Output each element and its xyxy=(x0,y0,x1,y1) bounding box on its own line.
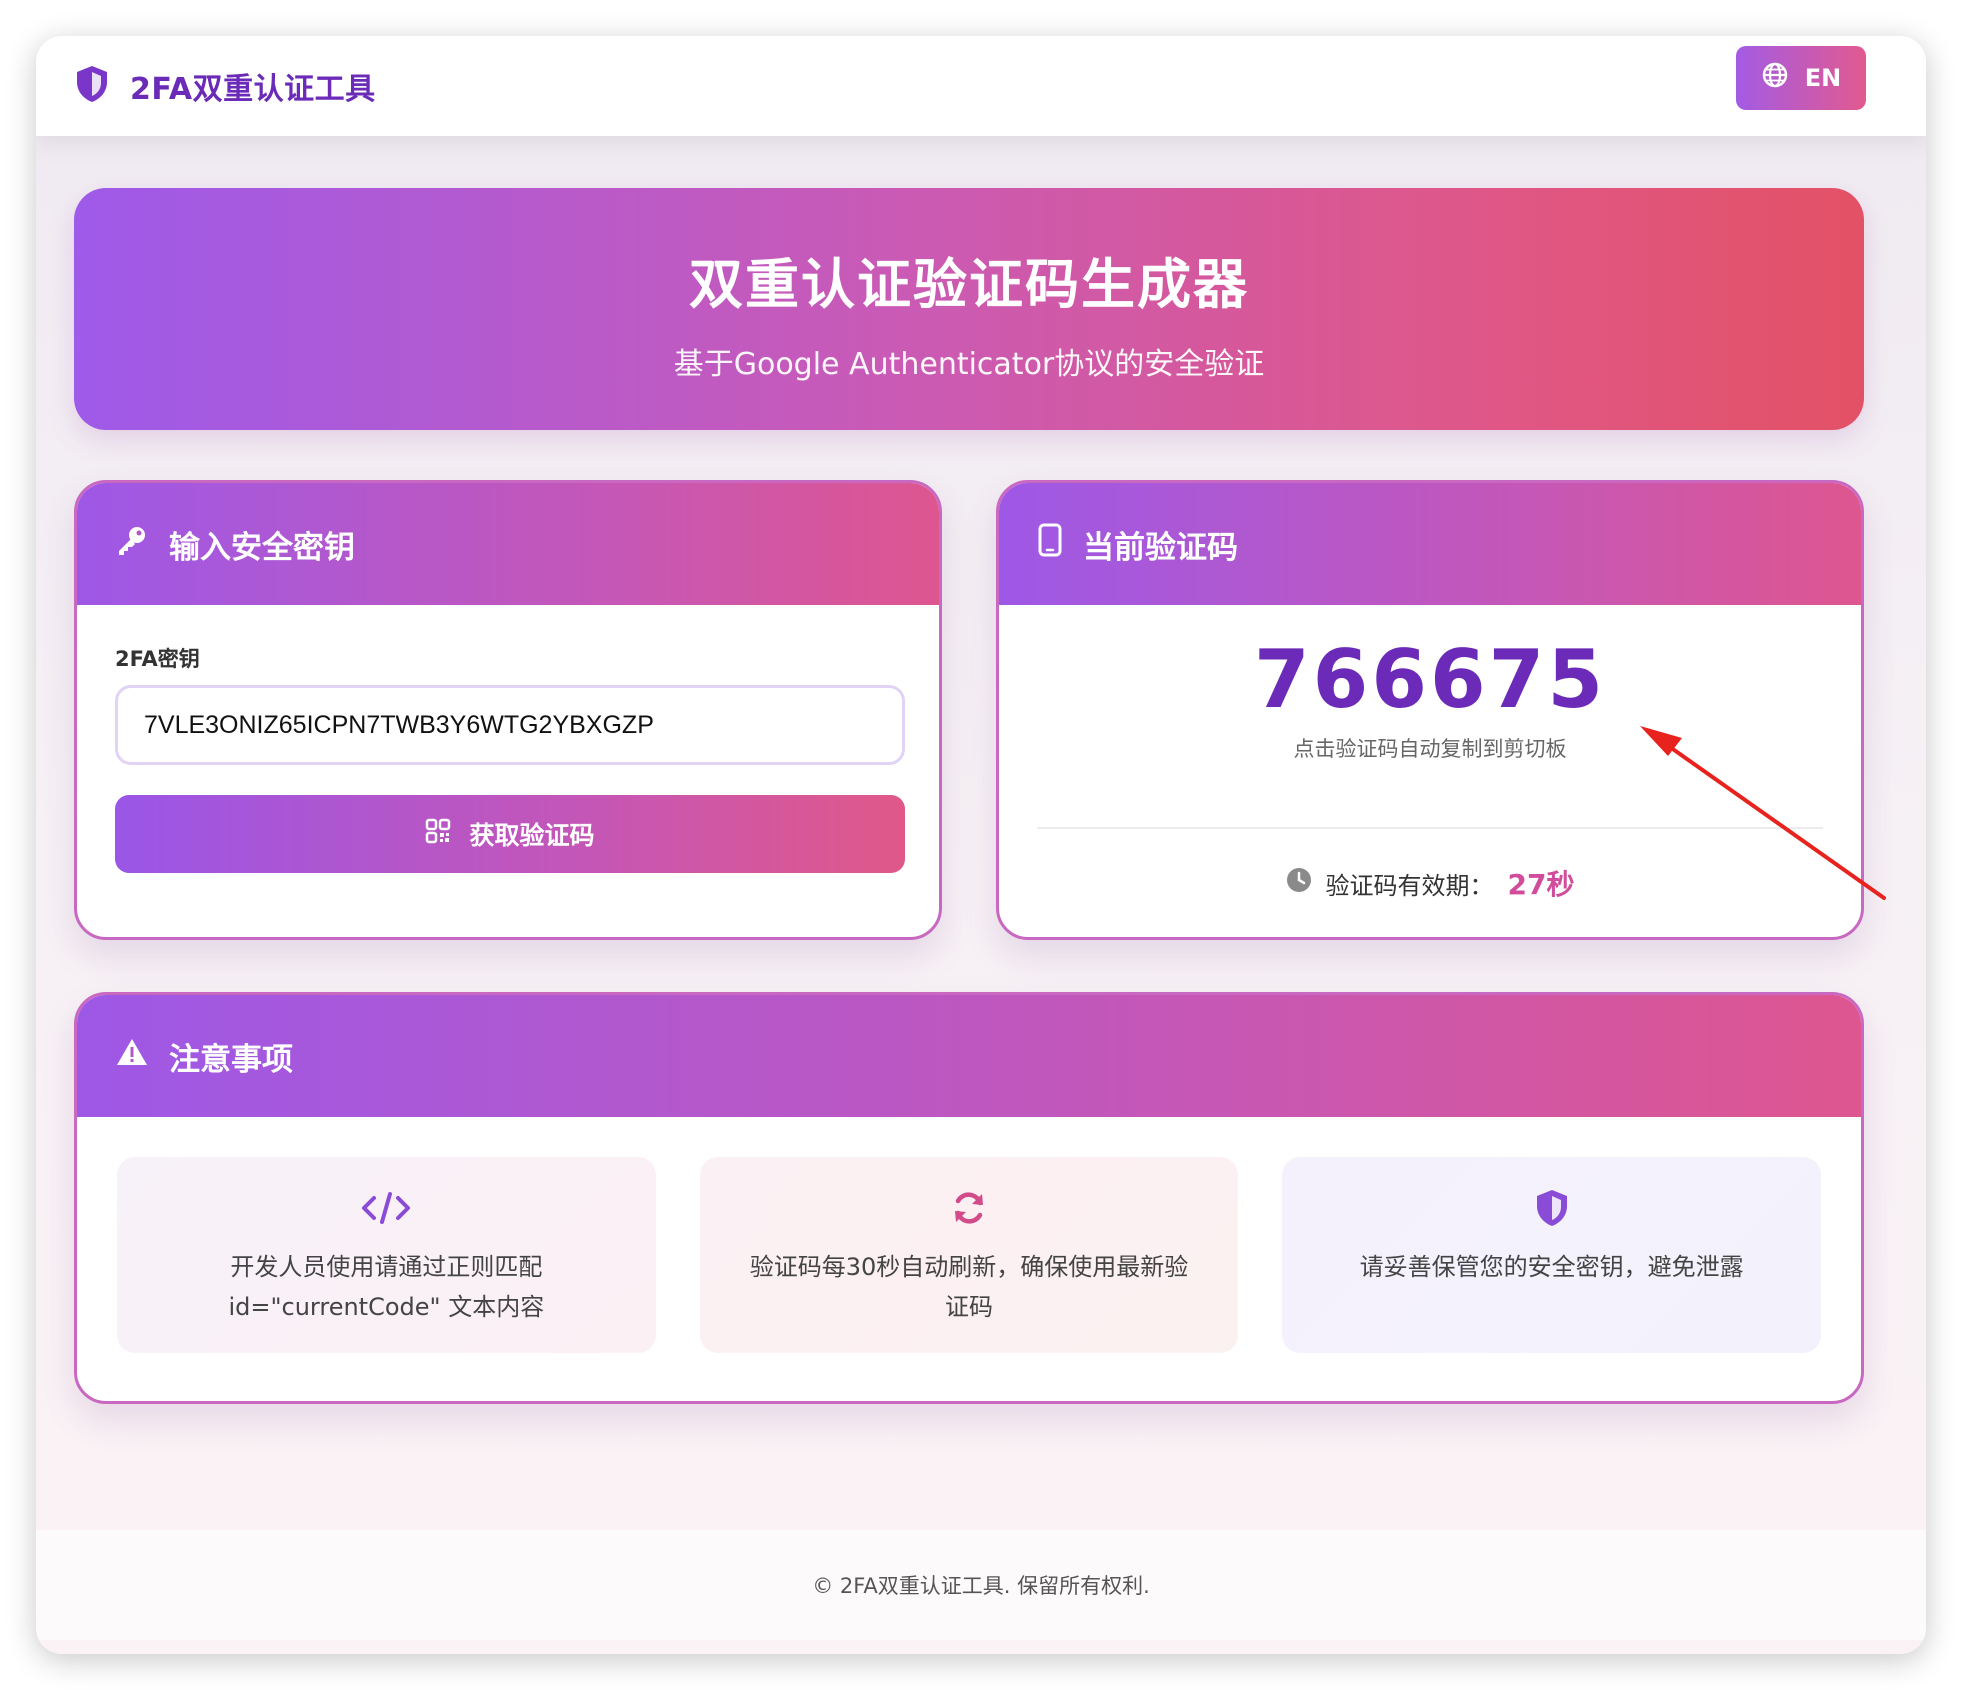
warning-icon xyxy=(115,1037,149,1075)
note-text-line2: id="currentCode" 文本内容 xyxy=(228,1293,545,1321)
app-window: 2FA双重认证工具 EN 双重认证验证码生成器 基于Google Authent… xyxy=(36,36,1926,1654)
validity-label: 验证码有效期： xyxy=(1325,871,1494,900)
card-title: 输入安全密钥 xyxy=(169,529,355,566)
app-title: 2FA双重认证工具 xyxy=(130,72,376,107)
secret-key-input[interactable] xyxy=(115,685,905,765)
get-code-button-label: 获取验证码 xyxy=(469,822,595,850)
globe-icon xyxy=(1761,61,1789,95)
shield-icon xyxy=(74,64,110,108)
mobile-icon xyxy=(1037,523,1063,565)
hero-title: 双重认证验证码生成器 xyxy=(689,253,1249,316)
hero-subtitle: 基于Google Authenticator协议的安全验证 xyxy=(673,347,1265,382)
validity-row: 验证码有效期： 27秒 xyxy=(999,863,1861,903)
note-text-line1: 请妥善保管您的安全密钥，避免泄露 xyxy=(1359,1253,1744,1281)
card-title: 当前验证码 xyxy=(1083,529,1238,566)
card-header: 注意事项 xyxy=(77,995,1861,1117)
notes-grid: 开发人员使用请通过正则匹配 id="currentCode" 文本内容 验证码每… xyxy=(117,1157,1822,1353)
note-text-line1: 开发人员使用请通过正则匹配 xyxy=(230,1253,543,1281)
brand[interactable]: 2FA双重认证工具 xyxy=(74,58,376,114)
secret-field-label: 2FA密钥 xyxy=(115,647,200,671)
card-title: 注意事项 xyxy=(169,1041,293,1078)
note-text-line2: 证码 xyxy=(945,1293,993,1321)
notes-card: 注意事项 开发人员使用请通过正则匹配 id="currentCode" 文本内容 xyxy=(74,992,1864,1404)
card-header: 当前验证码 xyxy=(999,483,1861,605)
note-text-line1: 验证码每30秒自动刷新，确保使用最新验 xyxy=(749,1253,1189,1281)
language-toggle-button[interactable]: EN xyxy=(1736,46,1866,110)
refresh-icon xyxy=(700,1183,1239,1233)
secret-input-card: 输入安全密钥 2FA密钥 获取验证码 xyxy=(74,480,942,940)
get-code-button[interactable]: 获取验证码 xyxy=(115,795,905,873)
top-navbar: 2FA双重认证工具 EN xyxy=(36,36,1926,136)
copy-hint: 点击验证码自动复制到剪切板 xyxy=(1293,737,1567,761)
footer-copyright: © 2FA双重认证工具. 保留所有权利. xyxy=(812,1574,1150,1598)
footer: © 2FA双重认证工具. 保留所有权利. xyxy=(36,1530,1926,1640)
card-header: 输入安全密钥 xyxy=(77,483,939,605)
hero-banner: 双重认证验证码生成器 基于Google Authenticator协议的安全验证 xyxy=(74,188,1864,430)
validity-countdown: 27秒 xyxy=(1507,868,1575,901)
shield-icon xyxy=(1282,1183,1821,1233)
note-item: 请妥善保管您的安全密钥，避免泄露 xyxy=(1282,1157,1822,1353)
clock-icon xyxy=(1286,867,1312,899)
code-icon xyxy=(117,1183,656,1233)
key-icon xyxy=(115,523,149,565)
qrcode-icon xyxy=(425,818,451,851)
current-code[interactable]: 766675 xyxy=(999,633,1861,726)
note-item: 开发人员使用请通过正则匹配 id="currentCode" 文本内容 xyxy=(117,1157,656,1353)
note-item: 验证码每30秒自动刷新，确保使用最新验 证码 xyxy=(699,1157,1239,1353)
current-code-card: 当前验证码 766675 点击验证码自动复制到剪切板 验证码有效期： 27秒 xyxy=(996,480,1864,940)
language-label: EN xyxy=(1804,64,1842,92)
divider xyxy=(1037,827,1823,829)
